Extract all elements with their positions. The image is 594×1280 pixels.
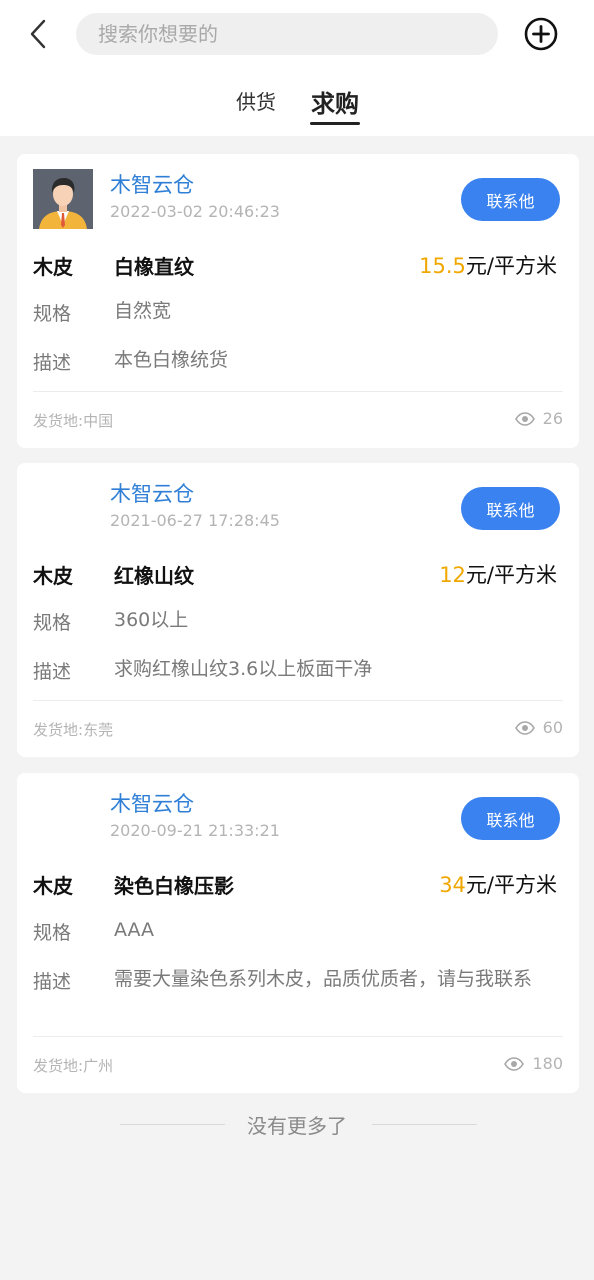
divider: [33, 700, 563, 701]
post-time: 2020-09-21 21:33:21: [110, 821, 280, 840]
desc-label: 描述: [33, 971, 72, 993]
end-line-right: [372, 1124, 477, 1125]
product-name: 染色白橡压影: [114, 874, 234, 898]
views-value: 26: [542, 409, 563, 428]
end-of-list: 没有更多了: [0, 1108, 594, 1140]
category: 木皮: [33, 255, 73, 279]
product-name: 红橡山纹: [114, 564, 194, 588]
desc-value: 求购红橡山纹3.6以上板面干净: [114, 658, 373, 680]
price: 34元/平方米: [439, 869, 557, 899]
price-unit: 元/平方米: [465, 254, 557, 278]
eye-icon: [514, 411, 535, 426]
price-value: 12: [439, 563, 466, 587]
ship-from-label: 发货地:: [33, 721, 84, 739]
divider: [33, 391, 563, 392]
spec-label: 规格: [33, 922, 72, 944]
product-name: 白橡直纹: [114, 255, 194, 279]
tab-bar: 供货 求购: [0, 80, 594, 130]
ship-from: 发货地:东莞: [33, 719, 113, 740]
contact-button[interactable]: 联系他: [461, 797, 560, 840]
spec-label: 规格: [33, 303, 72, 325]
eye-icon: [514, 720, 535, 735]
listing-card[interactable]: 木智云仓 2021-06-27 17:28:45 联系他 木皮 红橡山纹 12元…: [17, 463, 579, 757]
chevron-left-icon: [30, 19, 46, 49]
ship-from-label: 发货地:: [33, 1057, 84, 1075]
avatar: [33, 169, 93, 229]
post-time: 2022-03-02 20:46:23: [110, 202, 280, 221]
spec-value: AAA: [114, 919, 155, 941]
ship-from-value: 东莞: [83, 721, 114, 739]
category: 木皮: [33, 874, 73, 898]
listing-card[interactable]: 木智云仓 2020-09-21 21:33:21 联系他 木皮 染色白橡压影 3…: [17, 773, 579, 1093]
add-button[interactable]: [522, 15, 560, 53]
price-value: 34: [439, 873, 466, 897]
ship-from-value: 广州: [83, 1057, 114, 1075]
spec-label: 规格: [33, 612, 72, 634]
spec-value: 360以上: [114, 609, 189, 631]
view-count: 180: [504, 1054, 563, 1073]
top-bar: 供货 求购: [0, 0, 594, 136]
spec-value: 自然宽: [114, 300, 172, 322]
ship-from-value: 中国: [83, 412, 114, 430]
ship-from-label: 发货地:: [33, 412, 84, 430]
desc-label: 描述: [33, 661, 72, 683]
ship-from: 发货地:广州: [33, 1055, 113, 1076]
contact-button[interactable]: 联系他: [461, 178, 560, 221]
post-time: 2021-06-27 17:28:45: [110, 511, 280, 530]
ship-from: 发货地:中国: [33, 410, 113, 431]
seller-name[interactable]: 木智云仓: [110, 169, 194, 199]
tab-purchase[interactable]: 求购: [311, 84, 359, 119]
search-input[interactable]: [98, 22, 478, 46]
price: 15.5元/平方米: [419, 250, 557, 280]
contact-button[interactable]: 联系他: [461, 487, 560, 530]
listing-card[interactable]: 木智云仓 2022-03-02 20:46:23 联系他 木皮 白橡直纹 15.…: [17, 154, 579, 448]
search-bar[interactable]: [76, 13, 498, 55]
active-tab-indicator: [310, 122, 360, 125]
desc-value: 需要大量染色系列木皮，品质优质者，请与我联系: [114, 968, 533, 990]
divider: [33, 1036, 563, 1037]
end-of-list-text: 没有更多了: [247, 1114, 347, 1138]
price: 12元/平方米: [439, 559, 557, 589]
eye-icon: [504, 1056, 525, 1071]
views-value: 180: [532, 1054, 563, 1073]
desc-value: 本色白橡统货: [114, 349, 229, 371]
tab-supply[interactable]: 供货: [236, 86, 276, 115]
back-button[interactable]: [22, 16, 54, 52]
plus-circle-icon: [524, 17, 558, 51]
price-unit: 元/平方米: [465, 873, 557, 897]
desc-label: 描述: [33, 352, 72, 374]
seller-name[interactable]: 木智云仓: [110, 478, 194, 508]
price-value: 15.5: [419, 254, 466, 278]
view-count: 60: [514, 718, 563, 737]
category: 木皮: [33, 564, 73, 588]
seller-name[interactable]: 木智云仓: [110, 788, 194, 818]
views-value: 60: [542, 718, 563, 737]
view-count: 26: [514, 409, 563, 428]
user-avatar-icon: [33, 169, 93, 229]
price-unit: 元/平方米: [465, 563, 557, 587]
